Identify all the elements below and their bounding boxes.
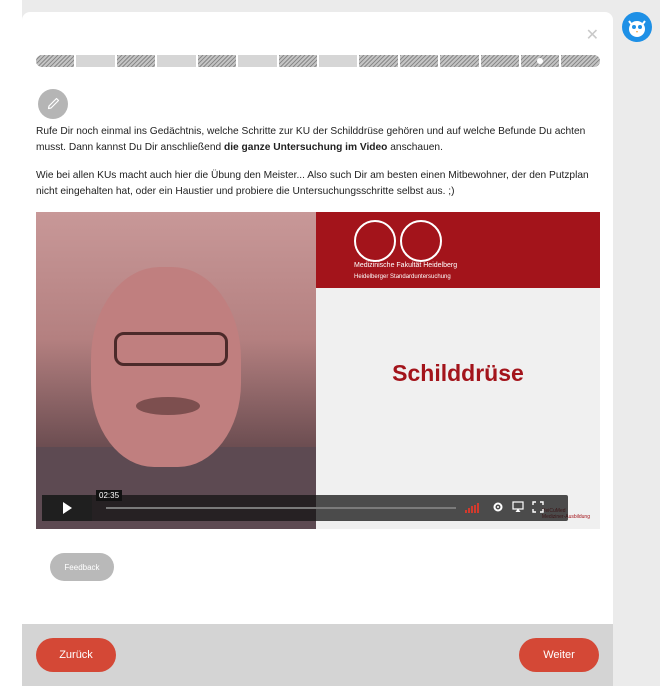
progress-segment [36, 55, 75, 67]
progress-segment [238, 55, 277, 67]
progress-segment [521, 55, 560, 67]
faculty-subtitle: Heidelberger Standarduntersuchung [354, 274, 451, 280]
paragraph-2: Wie bei allen KUs macht auch hier die Üb… [36, 170, 589, 197]
play-button[interactable] [42, 495, 92, 521]
owl-avatar-svg [628, 20, 646, 37]
progress-current-dot [537, 58, 544, 64]
university-seal-icon [354, 220, 396, 262]
progress-segment [157, 55, 196, 67]
pencil-icon-svg [47, 97, 60, 110]
video-scrubber[interactable] [106, 507, 456, 509]
faculty-seals [354, 220, 442, 262]
owl-avatar-icon[interactable] [622, 12, 652, 42]
paragraph-1: Rufe Dir noch einmal ins Gedächtnis, wel… [36, 124, 602, 156]
play-icon [63, 502, 72, 514]
faculty-seal-icon [400, 220, 442, 262]
video-slide-title: Schilddrüse [392, 360, 524, 386]
progress-segment [440, 55, 479, 67]
back-button[interactable]: Zurück [36, 638, 116, 672]
progress-segment [116, 55, 156, 67]
faculty-banner: Medizinische Fakultät Heidelberg Heidelb… [316, 212, 600, 288]
person-mustache [136, 397, 200, 415]
airplay-icon[interactable] [512, 501, 524, 513]
video-frame-person [36, 212, 316, 529]
person-face [91, 267, 241, 467]
video-timestamp: 02:35 [96, 490, 123, 501]
pencil-icon [38, 89, 68, 119]
instructions-text: Rufe Dir noch einmal ins Gedächtnis, wel… [36, 124, 602, 212]
video-frame-slide: Medizinische Fakultät Heidelberg Heidelb… [316, 212, 600, 529]
progress-segment [278, 55, 317, 67]
progress-segment [480, 55, 520, 67]
paragraph-1-end: anschauen. [387, 142, 443, 153]
left-gutter [0, 0, 22, 686]
person-glasses [114, 332, 228, 366]
lesson-card: ✕ Rufe Dir noch einmal ins Gedächtnis, w… [22, 12, 613, 686]
video-controls: 02:35 [42, 490, 568, 521]
video-player[interactable]: Medizinische Fakultät Heidelberg Heidelb… [36, 212, 600, 529]
next-button[interactable]: Weiter [519, 638, 599, 672]
progress-segment [318, 55, 358, 67]
feedback-button[interactable]: Feedback [50, 553, 114, 581]
progress-segment [197, 55, 237, 67]
progress-segment [561, 55, 600, 67]
volume-indicator[interactable] [465, 503, 479, 513]
gear-icon[interactable] [492, 501, 504, 513]
progress-segment [399, 55, 439, 67]
progress-bar [36, 55, 600, 67]
fullscreen-icon[interactable] [532, 501, 544, 513]
progress-segment [76, 55, 115, 67]
close-icon[interactable]: ✕ [586, 28, 599, 44]
progress-segment [359, 55, 398, 67]
paragraph-1-bold: die ganze Untersuchung im Video [224, 142, 388, 153]
faculty-name: Medizinische Fakultät Heidelberg [354, 262, 458, 269]
navigation-footer: Zurück Weiter [22, 624, 613, 686]
